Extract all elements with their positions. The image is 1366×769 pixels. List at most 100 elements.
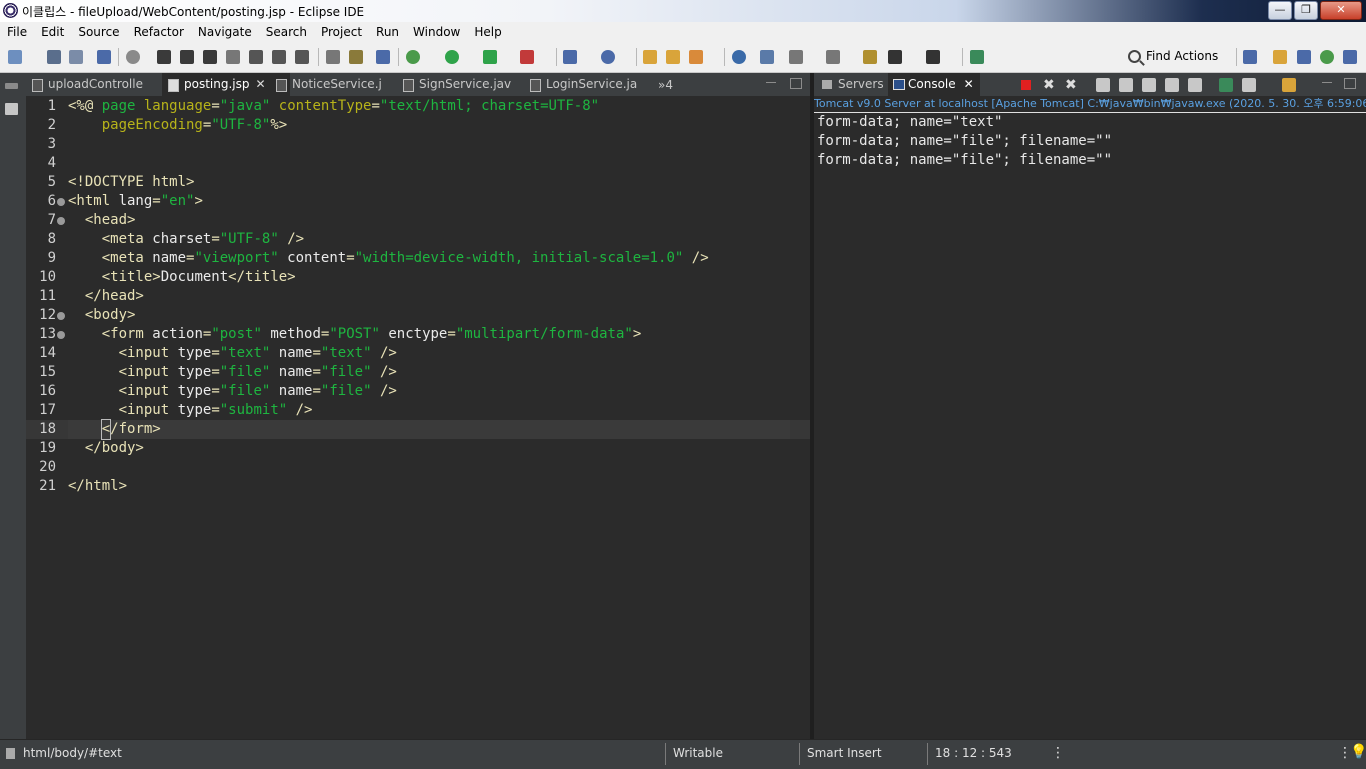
run-icon[interactable] bbox=[445, 50, 459, 64]
fold-toggle-icon[interactable] bbox=[57, 312, 65, 320]
code-line[interactable]: 18 </form> bbox=[26, 419, 810, 440]
minimize-view-icon[interactable] bbox=[1322, 82, 1332, 84]
menu-file[interactable]: File bbox=[0, 25, 34, 39]
pin-console-icon[interactable] bbox=[1219, 78, 1233, 92]
step-over-icon[interactable] bbox=[272, 50, 286, 64]
code-line[interactable]: 1 <%@ page language="java" contentType="t… bbox=[26, 97, 810, 116]
tab-console[interactable]: Console ✕ bbox=[888, 73, 980, 96]
close-button[interactable]: ✕ bbox=[1320, 1, 1362, 20]
debug-icon[interactable] bbox=[406, 50, 420, 64]
code-line[interactable]: 10 <title>Document</title> bbox=[26, 268, 810, 287]
find-actions[interactable]: Find Actions bbox=[1128, 49, 1218, 63]
debug-perspective-icon[interactable] bbox=[1320, 50, 1334, 64]
console-output[interactable]: form-data; name="text" form-data; name="f… bbox=[814, 113, 1366, 739]
word-wrap-icon[interactable] bbox=[1142, 78, 1156, 92]
save-icon[interactable] bbox=[47, 50, 61, 64]
fold-toggle-icon[interactable] bbox=[57, 198, 65, 206]
code-line[interactable]: 11 </head> bbox=[26, 287, 810, 306]
search-tool-icon[interactable] bbox=[760, 50, 774, 64]
terminate-icon[interactable] bbox=[1021, 80, 1031, 90]
code-line[interactable]: 3 bbox=[26, 135, 810, 154]
fold-toggle-icon[interactable] bbox=[57, 217, 65, 225]
minimize-editor-icon[interactable] bbox=[766, 82, 776, 84]
menu-help[interactable]: Help bbox=[467, 25, 508, 39]
drop-frame-icon[interactable] bbox=[326, 50, 340, 64]
skip-breakpoints-icon[interactable] bbox=[126, 50, 140, 64]
remove-all-launches-icon[interactable]: ✖ bbox=[1065, 77, 1077, 93]
code-line[interactable]: 19 </body> bbox=[26, 439, 810, 458]
back-icon[interactable] bbox=[888, 50, 902, 64]
display-console-icon[interactable] bbox=[1242, 78, 1256, 92]
menu-refactor[interactable]: Refactor bbox=[127, 25, 191, 39]
code-line[interactable]: 5 <!DOCTYPE html> bbox=[26, 173, 810, 192]
maximize-editor-icon[interactable] bbox=[790, 78, 802, 89]
maximize-view-icon[interactable] bbox=[1344, 78, 1356, 89]
code-line[interactable]: 7 <head> bbox=[26, 211, 810, 230]
code-line[interactable]: 17 <input type="submit" /> bbox=[26, 401, 810, 420]
code-line[interactable]: 6 <html lang="en"> bbox=[26, 192, 810, 211]
disconnect-icon[interactable] bbox=[226, 50, 240, 64]
code-line[interactable]: 4 bbox=[26, 154, 810, 173]
show-on-stdout-icon[interactable] bbox=[1165, 78, 1179, 92]
close-tab-icon[interactable]: ✕ bbox=[256, 77, 266, 91]
show-on-stderr-icon[interactable] bbox=[1188, 78, 1202, 92]
tab-loginservice[interactable]: LoginService.ja bbox=[524, 73, 666, 96]
browser-icon[interactable] bbox=[732, 50, 746, 64]
minimize-button[interactable]: — bbox=[1268, 1, 1292, 20]
menu-navigate[interactable]: Navigate bbox=[191, 25, 259, 39]
next-annotation-icon[interactable] bbox=[789, 50, 803, 64]
prev-annotation-icon[interactable] bbox=[826, 50, 840, 64]
menu-source[interactable]: Source bbox=[71, 25, 126, 39]
step-into-icon[interactable] bbox=[249, 50, 263, 64]
menu-project[interactable]: Project bbox=[314, 25, 369, 39]
remove-launch-icon[interactable]: ✖ bbox=[1043, 77, 1055, 93]
tab-noticeservice[interactable]: NoticeService.j bbox=[270, 73, 412, 96]
forward-icon[interactable] bbox=[926, 50, 940, 64]
project-explorer-icon[interactable] bbox=[5, 103, 18, 115]
open-console-icon[interactable] bbox=[1282, 78, 1296, 92]
open-perspective-icon[interactable] bbox=[1243, 50, 1257, 64]
code-line[interactable]: 2 pageEncoding="UTF-8"%> bbox=[26, 116, 810, 135]
maximize-button[interactable]: ❐ bbox=[1294, 1, 1318, 20]
code-line[interactable]: 14 <input type="text" name="text" /> bbox=[26, 344, 810, 363]
fold-toggle-icon[interactable] bbox=[57, 331, 65, 339]
code-line[interactable]: 8 <meta charset="UTF-8" /> bbox=[26, 230, 810, 249]
restore-icon[interactable] bbox=[5, 83, 18, 89]
close-tab-icon[interactable]: ✕ bbox=[964, 77, 974, 91]
code-line[interactable]: 12 <body> bbox=[26, 306, 810, 325]
menu-edit[interactable]: Edit bbox=[34, 25, 71, 39]
menu-window[interactable]: Window bbox=[406, 25, 467, 39]
tab-signservice[interactable]: SignService.jav bbox=[397, 73, 539, 96]
more-status-icon[interactable]: ⋮ bbox=[1051, 745, 1065, 761]
pin-editor-icon[interactable] bbox=[970, 50, 984, 64]
open-type-icon[interactable] bbox=[376, 50, 390, 64]
external-tools-icon[interactable] bbox=[520, 50, 534, 64]
clear-console-icon[interactable] bbox=[1096, 78, 1110, 92]
new-java-project-icon[interactable] bbox=[563, 50, 577, 64]
scroll-lock-icon[interactable] bbox=[1119, 78, 1133, 92]
new-icon[interactable] bbox=[8, 50, 22, 64]
terminate-icon[interactable] bbox=[203, 50, 217, 64]
code-line[interactable]: 13 <form action="post" method="POST" enc… bbox=[26, 325, 810, 344]
open-resource-icon[interactable] bbox=[666, 50, 680, 64]
more-tabs-button[interactable]: »4 bbox=[658, 78, 673, 92]
terminal-icon[interactable] bbox=[97, 50, 111, 64]
menu-search[interactable]: Search bbox=[259, 25, 314, 39]
tip-bulb-icon[interactable]: 💡 bbox=[1350, 744, 1366, 760]
step-return-icon[interactable] bbox=[295, 50, 309, 64]
suspend-icon[interactable] bbox=[180, 50, 194, 64]
resume-icon[interactable] bbox=[157, 50, 171, 64]
code-line[interactable]: 15 <input type="file" name="file" /> bbox=[26, 363, 810, 382]
java-ee-perspective-icon[interactable] bbox=[1273, 50, 1287, 64]
tab-servers[interactable]: Servers bbox=[816, 73, 894, 96]
tab-uploadcontroller[interactable]: uploadControlle bbox=[26, 73, 166, 96]
java-perspective-icon[interactable] bbox=[1297, 50, 1311, 64]
save-all-icon[interactable] bbox=[69, 50, 83, 64]
open-folder-icon[interactable] bbox=[643, 50, 657, 64]
code-line[interactable]: 16 <input type="file" name="file" /> bbox=[26, 382, 810, 401]
last-edit-icon[interactable] bbox=[863, 50, 877, 64]
code-line[interactable]: 20 bbox=[26, 458, 810, 477]
menu-run[interactable]: Run bbox=[369, 25, 406, 39]
coverage-icon[interactable] bbox=[483, 50, 497, 64]
git-perspective-icon[interactable] bbox=[1343, 50, 1357, 64]
